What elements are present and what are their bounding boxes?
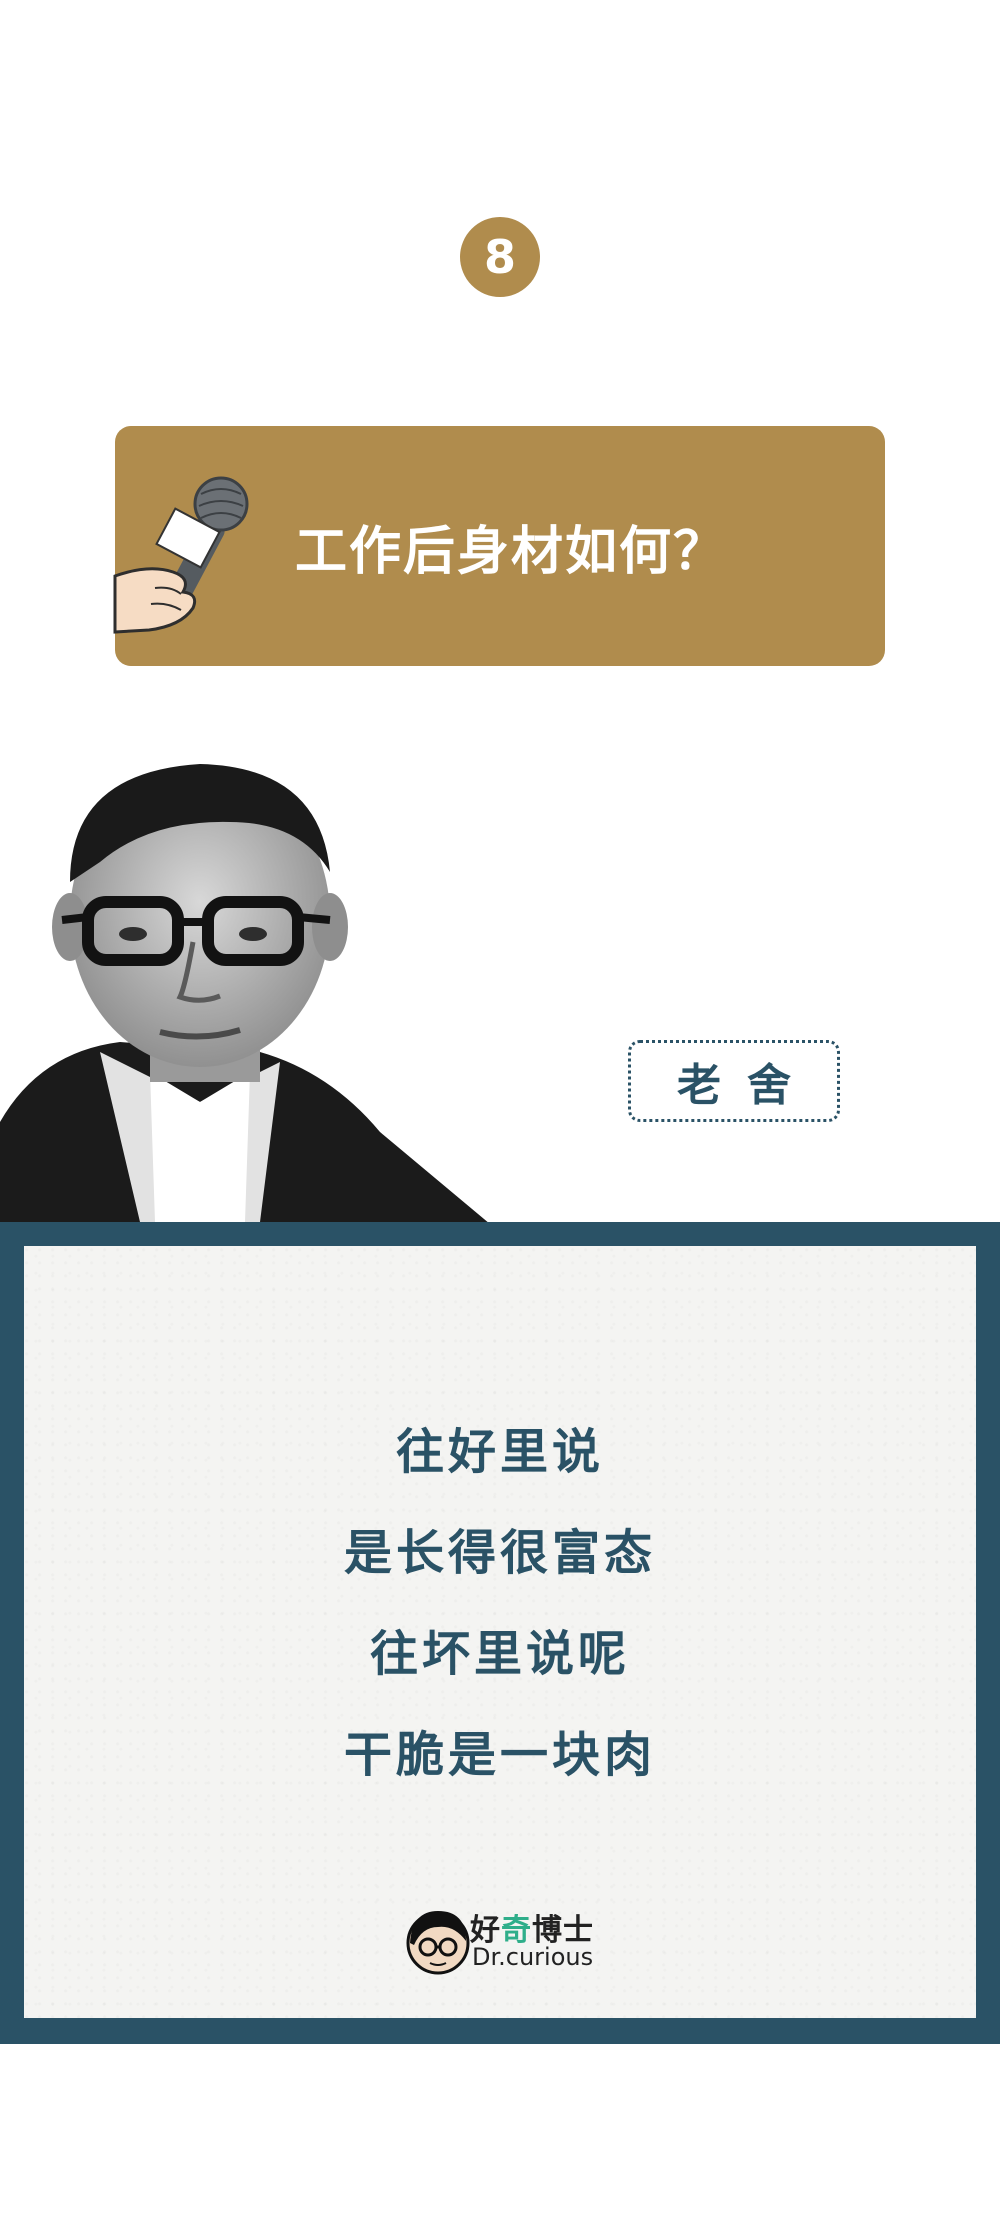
brand-subtitle: Dr.curious [472, 1943, 594, 1971]
question-number-badge: 8 [460, 217, 540, 297]
quote-line: 往好里说 [395, 1424, 604, 1480]
quote-line: 往坏里说呢 [369, 1626, 630, 1682]
portrait-photo [0, 764, 490, 1224]
brand-avatar-icon [406, 1911, 470, 1975]
quote-frame: 往好里说 是长得很富态 往坏里说呢 干脆是一块肉 好奇博士 Dr.curious [0, 1222, 1000, 2044]
microphone-hand-icon [113, 476, 249, 634]
question-banner: 工作后身材如何？ [113, 426, 885, 666]
quote-line: 是长得很富态 [343, 1525, 656, 1581]
question-title: 工作后身材如何？ [295, 521, 728, 582]
person-name-tag: 老舍 [628, 1040, 840, 1122]
brand-logo: 好奇博士 Dr.curious [404, 1901, 604, 1981]
quote-text: 往好里说 是长得很富态 往坏里说呢 干脆是一块肉 [24, 1402, 976, 1806]
quote-panel: 往好里说 是长得很富态 往坏里说呢 干脆是一块肉 好奇博士 Dr.curious [24, 1246, 976, 2018]
quote-line: 干脆是一块肉 [343, 1727, 656, 1783]
